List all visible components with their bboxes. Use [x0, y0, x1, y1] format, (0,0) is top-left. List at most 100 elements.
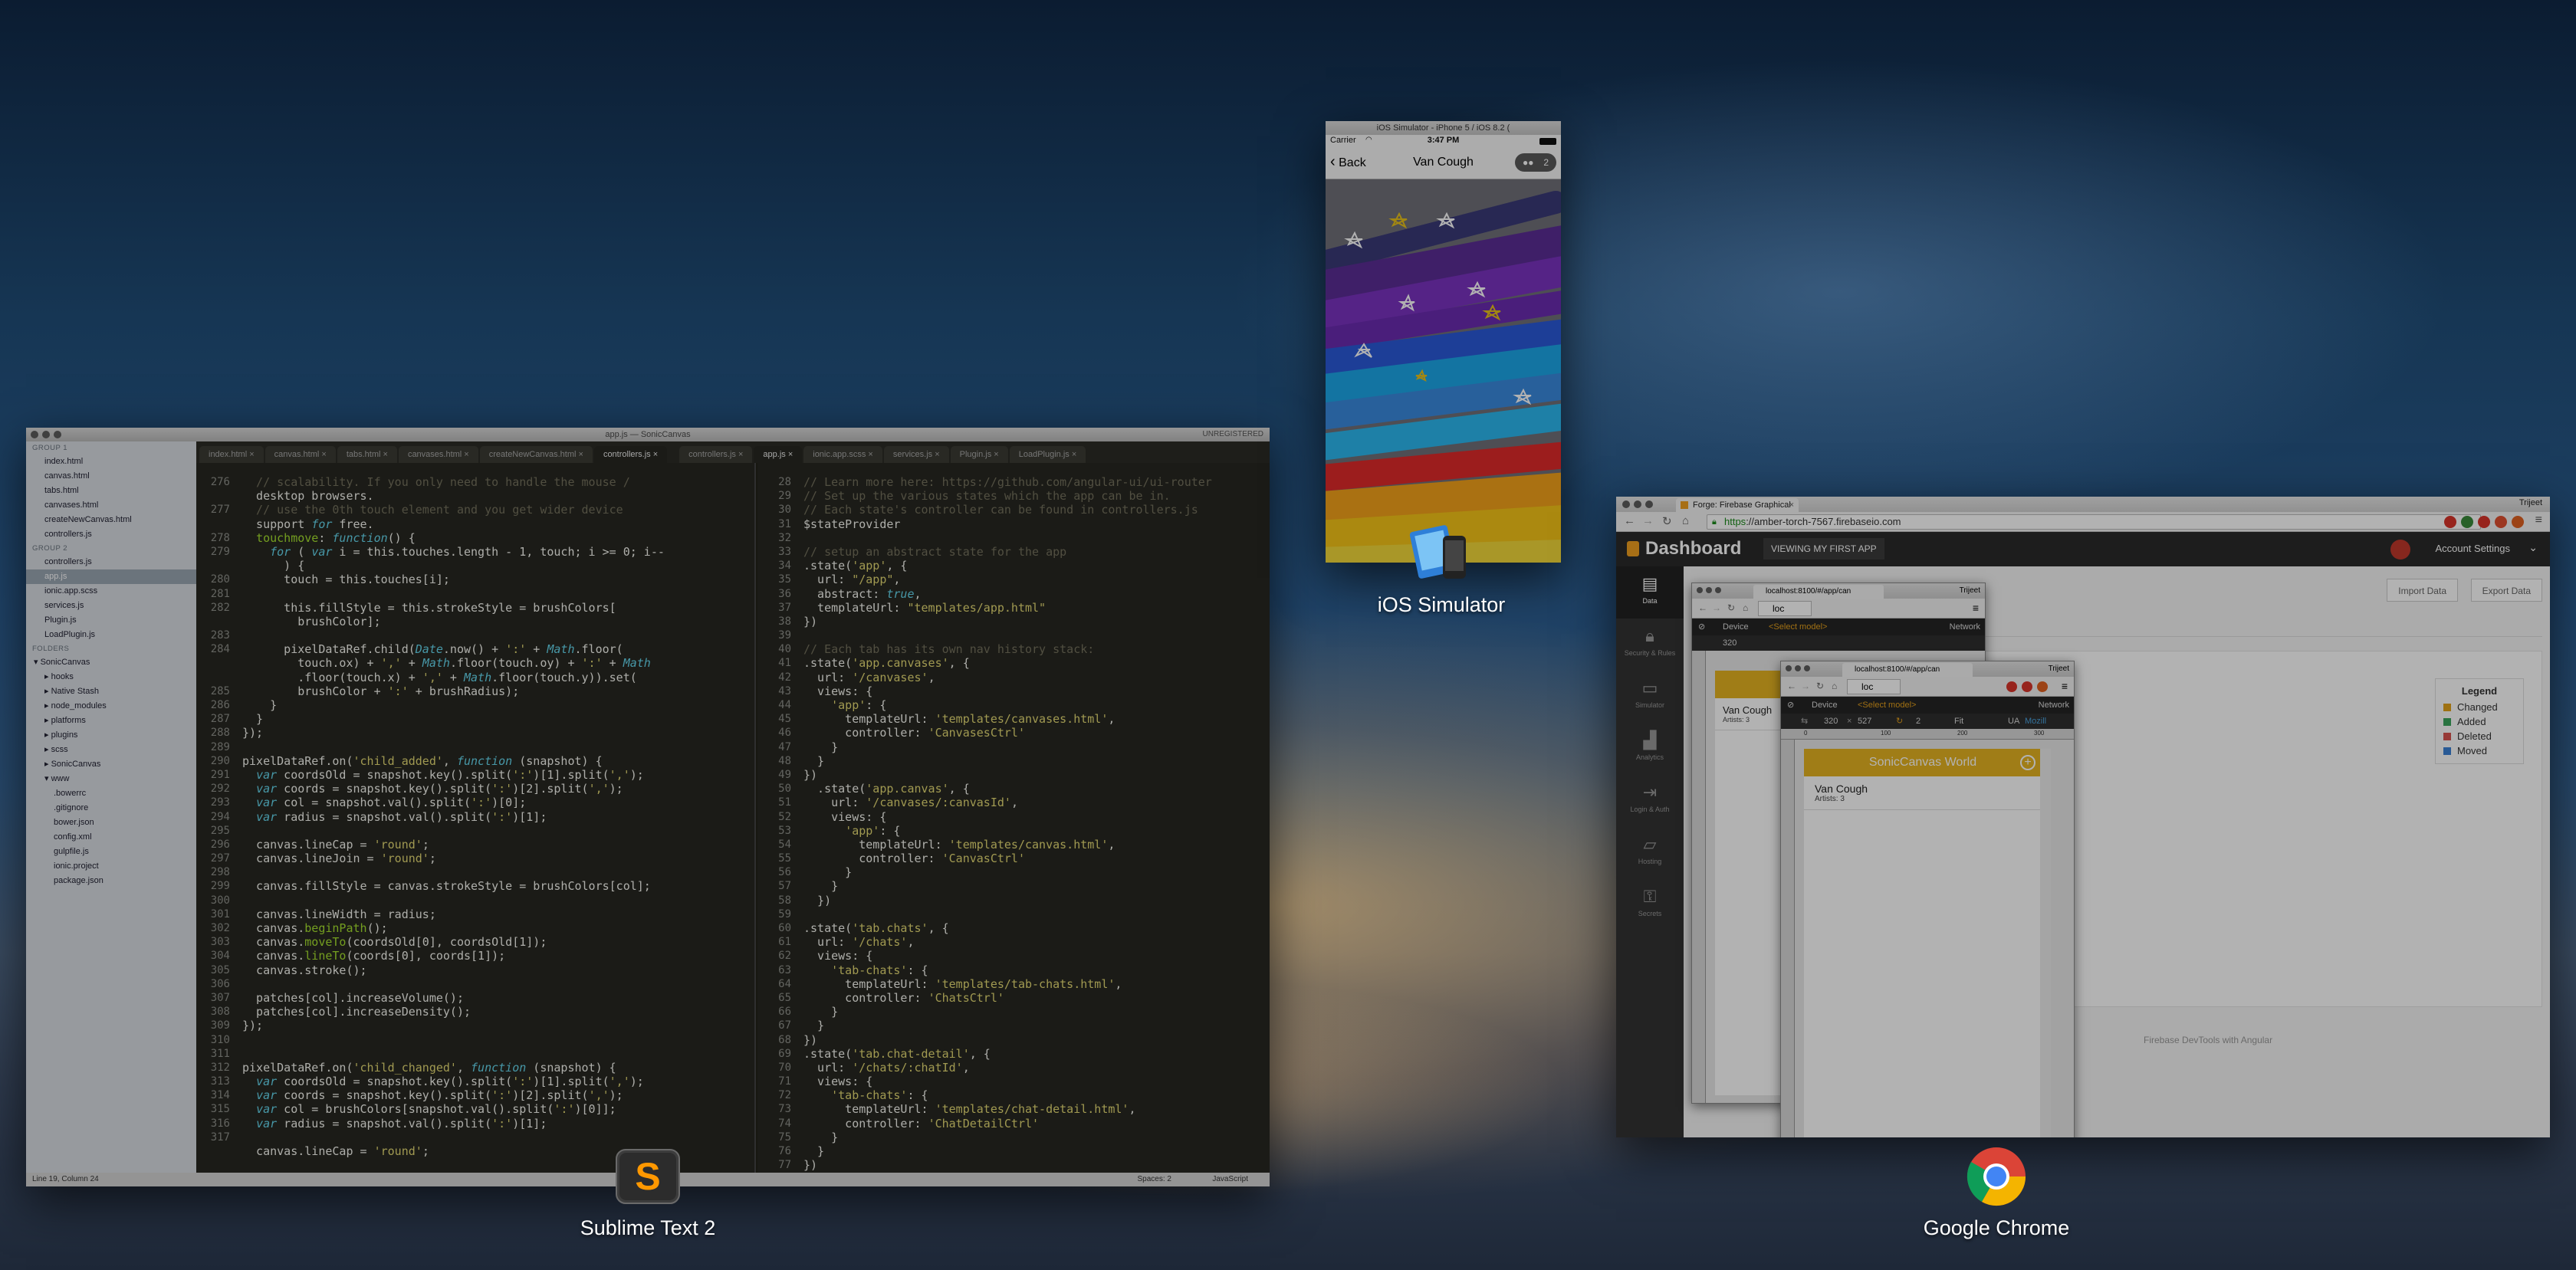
code-line[interactable]: var coordsOld = snapshot.key().split(':'… [242, 768, 665, 782]
code-line[interactable]: url: '/canvases/:canvasId', [803, 796, 1212, 809]
home-icon[interactable]: ⌂ [1743, 602, 1748, 613]
disclosure-triangle-icon[interactable]: ▸ [44, 672, 51, 681]
menu-icon[interactable]: ≡ [2062, 680, 2068, 692]
width-field[interactable]: 320 [1824, 714, 1838, 729]
code-line[interactable] [803, 531, 1212, 545]
code-line[interactable]: } [242, 698, 665, 712]
sidebar-file[interactable]: controllers.js [26, 555, 196, 569]
dashboard-brand[interactable]: Dashboard [1645, 538, 1741, 560]
code-line[interactable]: } [803, 1019, 1212, 1032]
sidebar-file[interactable]: config.xml [26, 830, 196, 845]
extension-icon[interactable] [2022, 681, 2032, 692]
home-icon[interactable]: ⌂ [1682, 514, 1689, 527]
code-line[interactable]: canvas.lineTo(coords[0], coords[1]); [242, 949, 665, 963]
code-line[interactable]: views: { [803, 949, 1212, 963]
sidebar-folder[interactable]: ▸ Native Stash [26, 684, 196, 699]
code-line[interactable]: views: { [803, 1075, 1212, 1088]
reload-icon[interactable]: ↻ [1662, 514, 1672, 528]
code-line[interactable]: // Each state's controller can be found … [803, 503, 1212, 517]
device-select[interactable]: <Select model> [1769, 619, 1827, 635]
zoom-button[interactable] [54, 431, 61, 438]
google-chrome-label[interactable]: Google Chrome [1924, 1216, 2070, 1240]
code-line[interactable]: templateUrl: "templates/app.html" [803, 601, 1212, 615]
close-icon[interactable]: × [462, 450, 468, 459]
device-select[interactable]: <Select model> [1858, 697, 1916, 714]
code-line[interactable]: var coords = snapshot.key().split(':')[2… [242, 1088, 665, 1102]
url-bar[interactable]: loc [1847, 679, 1901, 694]
browser-tab[interactable]: localhost:8100/#/app/can [1753, 585, 1884, 599]
extension-icon[interactable] [2495, 516, 2507, 528]
editor-tab[interactable]: tabs.html × [337, 446, 397, 463]
code-line[interactable]: // use the 0th touch element and you get… [242, 503, 665, 517]
close-button[interactable] [1622, 500, 1630, 508]
reload-icon[interactable]: ↻ [1816, 681, 1824, 691]
code-line[interactable]: canvas.lineJoin = 'round'; [242, 852, 665, 865]
code-line[interactable]: canvas.stroke(); [242, 963, 665, 977]
code-line[interactable]: views: { [803, 810, 1212, 824]
code-line[interactable]: .state('app.canvas', { [803, 782, 1212, 796]
code-line[interactable] [242, 740, 665, 754]
close-icon[interactable]: × [786, 450, 793, 459]
code-line[interactable] [242, 894, 665, 907]
ios-simulator-label[interactable]: iOS Simulator [1378, 593, 1506, 617]
code-line[interactable]: } [242, 712, 665, 726]
code-line[interactable]: var col = brushColors[snapshot.val().spl… [242, 1102, 665, 1116]
code-line[interactable]: .state('app', { [803, 559, 1212, 573]
close-button[interactable] [1786, 665, 1792, 671]
fit-checkbox[interactable]: Fit [1954, 714, 1963, 729]
extension-icon[interactable] [2512, 516, 2524, 528]
code-line[interactable]: var radius = snapshot.val().split(':')[1… [242, 810, 665, 824]
minimize-button[interactable] [1706, 587, 1712, 593]
device-mode-icon[interactable]: ⊘ [1698, 619, 1705, 635]
sidebar-file[interactable]: gulpfile.js [26, 845, 196, 859]
code-line[interactable]: patches[col].increaseDensity(); [242, 1005, 665, 1019]
code-line[interactable]: } [803, 740, 1212, 754]
code-line[interactable]: touch.ox) + ',' + Math.floor(touch.oy) +… [242, 656, 665, 670]
sidebar-file[interactable]: Plugin.js [26, 613, 196, 628]
code-line[interactable] [242, 824, 665, 838]
disclosure-triangle-icon[interactable]: ▾ [44, 774, 51, 783]
code-line[interactable]: canvas.lineWidth = radius; [242, 907, 665, 921]
app-selector[interactable]: VIEWING MY FIRST APP [1763, 538, 1884, 560]
back-arrow-icon[interactable]: ← [1787, 681, 1796, 691]
code-text[interactable]: // scalability. If you only need to hand… [242, 475, 665, 1158]
code-line[interactable]: // scalability. If you only need to hand… [242, 475, 665, 489]
sidebar-file[interactable]: ionic.project [26, 859, 196, 874]
sidebar-file[interactable]: controllers.js [26, 527, 196, 542]
code-line[interactable]: brushColor + ':' + brushRadius); [242, 684, 665, 698]
code-line[interactable]: var coordsOld = snapshot.key().split(':'… [242, 1075, 665, 1088]
sidebar-file[interactable]: .bowerrc [26, 786, 196, 801]
code-line[interactable]: support for free. [242, 517, 665, 531]
devtools-window-front[interactable]: localhost:8100/#/app/can Trijeet ← → ↻ ⌂… [1780, 661, 2075, 1137]
editor-tab[interactable]: canvases.html × [398, 446, 478, 463]
code-line[interactable]: // Learn more here: https://github.com/a… [803, 475, 1212, 489]
ios-simulator-window[interactable]: iOS Simulator - iPhone 5 / iOS 8.2 ( Car… [1326, 121, 1561, 563]
menu-icon[interactable]: ≡ [1973, 602, 1979, 614]
code-line[interactable]: url: '/chats', [803, 935, 1212, 949]
code-line[interactable]: }) [803, 768, 1212, 782]
code-line[interactable]: patches[col].increaseVolume(); [242, 991, 665, 1005]
swap-icon[interactable]: ⇆ [1801, 714, 1808, 729]
extension-icon[interactable] [2444, 516, 2456, 528]
code-line[interactable]: for ( var i = this.touches.length - 1, t… [242, 545, 665, 559]
code-line[interactable]: brushColor]; [242, 615, 665, 628]
editor-tab[interactable]: services.js × [883, 446, 949, 463]
sidebar-folder[interactable]: ▸ SonicCanvas [26, 757, 196, 772]
sidebar-file[interactable]: services.js [26, 599, 196, 613]
code-line[interactable]: canvas.moveTo(coordsOld[0], coordsOld[1]… [242, 935, 665, 949]
code-line[interactable]: templateUrl: 'templates/chat-detail.html… [803, 1102, 1212, 1116]
code-line[interactable]: canvas.lineCap = 'round'; [242, 838, 665, 852]
editor-tab[interactable]: app.js × [754, 446, 803, 463]
code-line[interactable] [242, 865, 665, 879]
avatar[interactable] [2390, 540, 2410, 560]
code-line[interactable]: .state('tab.chat-detail', { [803, 1047, 1212, 1061]
disclosure-triangle-icon[interactable]: ▸ [44, 716, 51, 725]
artists-badge[interactable]: ●● 2 [1515, 153, 1556, 172]
profile-name[interactable]: Trijeet [2519, 498, 2542, 507]
code-line[interactable]: canvas.fillStyle = canvas.strokeStyle = … [242, 879, 665, 893]
export-data-button[interactable]: Export Data [2470, 579, 2542, 602]
disclosure-triangle-icon[interactable]: ▸ [44, 687, 51, 696]
editor-pane-right[interactable]: 28 29 30 31 32 33 34 35 36 37 38 39 40 41 42 43 44 45 46 47… [757, 463, 1270, 1173]
code-line[interactable]: abstract: true, [803, 587, 1212, 601]
chevron-down-icon[interactable]: ⌄ [2528, 541, 2538, 554]
